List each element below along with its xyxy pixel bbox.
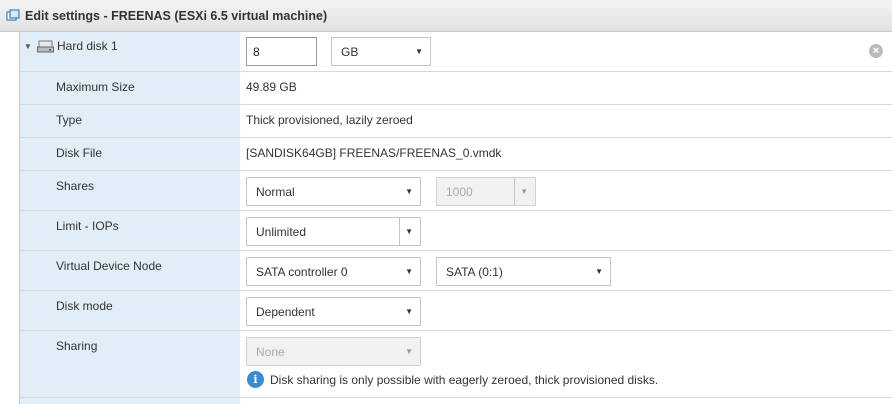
- chevron-down-icon: ▼: [405, 267, 413, 276]
- shares-label: Shares: [56, 179, 95, 193]
- limit-iops-label: Limit - IOPs: [56, 219, 119, 233]
- virtual-device-node-row: Virtual Device Node SATA controller 0 ▼ …: [20, 251, 892, 291]
- type-value: Thick provisioned, lazily zeroed: [246, 113, 413, 127]
- disk-mode-row: Disk mode Dependent ▼: [20, 291, 892, 331]
- max-size-value: 49.89 GB: [246, 80, 297, 94]
- device-port-value: SATA (0:1): [446, 265, 503, 279]
- disk-mode-label: Disk mode: [56, 299, 113, 313]
- disk-size-unit-value: GB: [341, 45, 359, 59]
- shares-level-select[interactable]: Normal ▼: [246, 177, 421, 206]
- max-size-row: Maximum Size 49.89 GB: [20, 72, 892, 105]
- disk-file-row: Disk File [SANDISK64GB] FREENAS/FREENAS_…: [20, 138, 892, 171]
- chevron-down-icon: ▼: [405, 187, 413, 196]
- limit-iops-value: Unlimited: [256, 225, 307, 239]
- chevron-down-icon: ▼: [405, 347, 413, 356]
- controller-value: SATA controller 0: [256, 265, 348, 279]
- disk-mode-select[interactable]: Dependent ▼: [246, 297, 421, 326]
- chevron-down-icon: ▼: [405, 307, 413, 316]
- dialog-titlebar: Edit settings - FREENAS (ESXi 6.5 virtua…: [0, 0, 892, 32]
- hard-disk-label[interactable]: Hard disk 1: [57, 39, 118, 53]
- max-size-label: Maximum Size: [56, 80, 135, 94]
- disk-size-input[interactable]: 8: [246, 37, 317, 66]
- controller-select[interactable]: SATA controller 0 ▼: [246, 257, 421, 286]
- sharing-value: None: [256, 345, 285, 359]
- collapse-toggle-icon[interactable]: ▼: [24, 42, 32, 51]
- type-label: Type: [56, 113, 83, 127]
- device-port-select[interactable]: SATA (0:1) ▼: [436, 257, 611, 286]
- chevron-down-icon: ▼: [520, 187, 528, 196]
- disk-file-label: Disk File: [56, 146, 103, 160]
- shares-value: 1000: [446, 185, 473, 199]
- shares-value-select: 1000 ▼: [436, 177, 536, 206]
- vm-settings-icon: [6, 8, 20, 23]
- hard-disk-row: ▼ Hard disk 1 8 GB ▼ ×: [20, 32, 892, 72]
- hard-disk-settings-panel: ▼ Hard disk 1 8 GB ▼ × Maximum Size 49.8…: [19, 32, 892, 404]
- virtual-device-node-label: Virtual Device Node: [56, 259, 162, 273]
- limit-iops-row: Limit - IOPs Unlimited ▼: [20, 211, 892, 251]
- disk-mode-value: Dependent: [256, 305, 315, 319]
- disk-file-value: [SANDISK64GB] FREENAS/FREENAS_0.vmdk: [246, 146, 502, 160]
- select-divider: [399, 218, 400, 245]
- sharing-info-text: Disk sharing is only possible with eager…: [270, 372, 659, 387]
- shares-level-value: Normal: [256, 185, 295, 199]
- dialog-title: Edit settings - FREENAS (ESXi 6.5 virtua…: [25, 8, 328, 23]
- remove-disk-icon[interactable]: ×: [869, 44, 883, 58]
- disk-size-value: 8: [253, 45, 260, 59]
- chevron-down-icon: ▼: [405, 227, 413, 236]
- limit-iops-select[interactable]: Unlimited ▼: [246, 217, 421, 246]
- sharing-info: i Disk sharing is only possible with eag…: [247, 371, 658, 388]
- chevron-down-icon: ▼: [595, 267, 603, 276]
- hard-disk-icon: [37, 40, 54, 53]
- chevron-down-icon: ▼: [415, 47, 423, 56]
- type-row: Type Thick provisioned, lazily zeroed: [20, 105, 892, 138]
- select-divider: [514, 178, 515, 205]
- sharing-select: None ▼: [246, 337, 421, 366]
- shares-row: Shares Normal ▼ 1000 ▼: [20, 171, 892, 211]
- disk-size-unit-select[interactable]: GB ▼: [331, 37, 431, 66]
- sharing-label: Sharing: [56, 339, 98, 353]
- info-icon: i: [247, 371, 264, 388]
